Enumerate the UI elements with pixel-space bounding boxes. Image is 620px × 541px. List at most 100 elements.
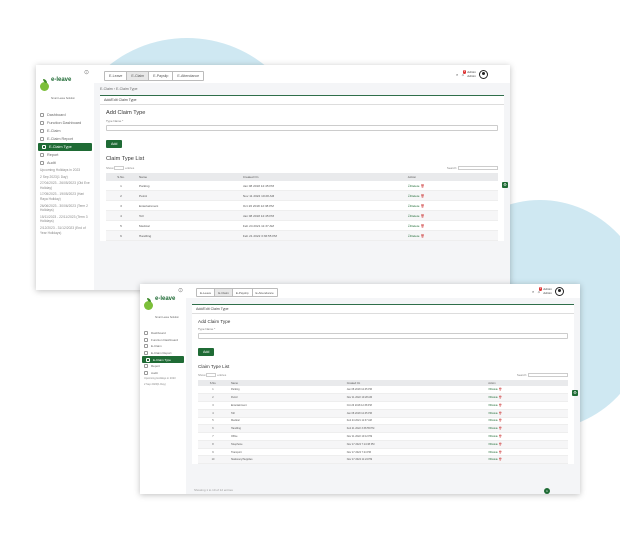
sidebar-item-audit[interactable]: Audit — [140, 370, 186, 377]
row-actions[interactable]: ☑Delete🗑 — [485, 401, 568, 410]
app-window-back: e-leave Smart Leave Solution ⊙ Dashboard… — [36, 65, 510, 290]
sidebar-item-function-dashboard[interactable]: Function Dashboard — [36, 119, 94, 127]
action-label[interactable]: Delete — [491, 451, 498, 454]
floating-settings-button[interactable]: ⚙ — [572, 390, 578, 396]
sidebar-item-dashboard[interactable]: Dashboard — [36, 111, 94, 119]
delete-icon[interactable]: 🗑 — [420, 194, 424, 198]
delete-icon[interactable]: 🗑 — [499, 419, 502, 422]
add-button[interactable]: Add — [198, 348, 215, 356]
tab-e-claim[interactable]: E-Claim — [127, 72, 150, 80]
type-name-input[interactable] — [198, 333, 568, 339]
cell-created: Nov 11 2022 10:12 PM — [343, 432, 486, 441]
row-actions[interactable]: ☑Delete🗑 — [485, 409, 568, 418]
column-header[interactable]: Created On — [239, 173, 405, 182]
delete-icon[interactable]: 🗑 — [499, 396, 502, 399]
delete-icon[interactable]: 🗑 — [499, 451, 502, 454]
search-icon[interactable]: ⌕ — [532, 289, 534, 294]
row-actions[interactable]: ☑Delete🗑 — [404, 200, 498, 212]
action-label[interactable]: Delete — [491, 419, 498, 422]
tab-e-payslip[interactable]: E-Payslip — [149, 72, 174, 80]
page-size-select[interactable] — [114, 166, 125, 171]
tab-e-claim[interactable]: E-Claim — [215, 289, 233, 297]
action-label[interactable]: Delete — [491, 396, 498, 399]
bell-icon[interactable]: ♫ 1 — [461, 70, 467, 77]
bell-icon[interactable]: ♫ 1 — [537, 287, 543, 294]
table-search-input[interactable] — [528, 373, 568, 378]
action-label[interactable]: Delete — [411, 214, 420, 218]
action-label[interactable]: Delete — [491, 443, 498, 446]
row-actions[interactable]: ☑Delete🗑 — [404, 220, 498, 232]
user-info[interactable]: Admin Admin — [543, 287, 552, 295]
action-label[interactable]: Delete — [491, 404, 498, 407]
page-size-select[interactable] — [206, 373, 217, 378]
sidebar-item-e-claim-report[interactable]: E-Claim Report — [140, 350, 186, 357]
sidebar-item-function-dashboard[interactable]: Function Dashboard — [140, 337, 186, 344]
delete-icon[interactable]: 🗑 — [420, 184, 424, 188]
row-actions[interactable]: ☑Delete🗑 — [485, 432, 568, 441]
action-label[interactable]: Delete — [491, 435, 498, 438]
row-actions[interactable]: ☑Delete🗑 — [485, 455, 568, 465]
floating-settings-button[interactable]: ⚙ — [502, 182, 508, 188]
row-actions[interactable]: ☑Delete🗑 — [485, 417, 568, 426]
row-actions[interactable]: ☑Delete🗑 — [485, 448, 568, 457]
action-label[interactable]: Delete — [411, 184, 420, 188]
row-actions[interactable]: ☑Delete🗑 — [404, 230, 498, 242]
document-icon — [144, 344, 148, 349]
delete-icon[interactable]: 🗑 — [420, 214, 424, 218]
delete-icon[interactable]: 🗑 — [420, 224, 424, 228]
sidebar-item-e-claim[interactable]: E-Claim — [140, 343, 186, 350]
delete-icon[interactable]: 🗑 — [499, 443, 502, 446]
sidebar-item-audit[interactable]: Audit — [36, 159, 94, 167]
tab-e-leave[interactable]: E-Leave — [197, 289, 216, 297]
sidebar-item-e-claim-report[interactable]: E-Claim Report — [36, 135, 94, 143]
row-actions[interactable]: ☑Delete🗑 — [485, 440, 568, 449]
sidebar-item-report[interactable]: Report — [36, 151, 94, 159]
type-name-input[interactable] — [106, 125, 498, 131]
action-label[interactable]: Delete — [491, 427, 498, 430]
action-label[interactable]: Delete — [491, 458, 498, 461]
search-icon[interactable]: ⌕ — [456, 72, 458, 77]
row-actions[interactable]: ☑Delete🗑 — [485, 393, 568, 402]
tab-e-payslip[interactable]: E-Payslip — [232, 289, 253, 297]
delete-icon[interactable]: 🗑 — [499, 404, 502, 407]
avatar[interactable] — [478, 70, 488, 79]
action-label[interactable]: Delete — [491, 388, 498, 391]
column-header[interactable]: Name — [136, 173, 240, 182]
action-label[interactable]: Delete — [491, 412, 498, 415]
sidebar-item-report[interactable]: Report — [140, 363, 186, 370]
sidebar-item-dashboard[interactable]: Dashboard — [140, 330, 186, 337]
pagination-page-1[interactable]: 1 — [544, 488, 550, 494]
sidebar-item-e-claim-type[interactable]: E-Claim Type — [142, 356, 184, 363]
delete-icon[interactable]: 🗑 — [420, 234, 424, 238]
delete-icon[interactable]: 🗑 — [499, 458, 502, 461]
action-label[interactable]: Delete — [411, 194, 420, 198]
holiday-item: 17/05/2023 - 19/05/2023 (Hari Raya Holid… — [40, 192, 84, 201]
column-header[interactable]: S.No. — [106, 173, 136, 182]
row-actions[interactable]: ☑Delete🗑 — [404, 181, 498, 192]
menu-toggle-icon[interactable]: ⊙ — [84, 69, 89, 76]
table-search-input[interactable] — [458, 166, 498, 171]
add-button[interactable]: Add — [106, 140, 123, 148]
tab-e-attendance[interactable]: E-Attendance — [173, 72, 204, 80]
row-actions[interactable]: ☑Delete🗑 — [404, 190, 498, 202]
tab-e-leave[interactable]: E-Leave — [105, 72, 128, 80]
delete-icon[interactable]: 🗑 — [499, 427, 502, 430]
tab-e-attendance[interactable]: E-Attendance — [252, 289, 277, 297]
row-actions[interactable]: ☑Delete🗑 — [485, 386, 568, 395]
row-actions[interactable]: ☑Delete🗑 — [485, 424, 568, 434]
action-label[interactable]: Delete — [411, 204, 420, 208]
menu-toggle-icon[interactable]: ⊙ — [178, 287, 183, 294]
delete-icon[interactable]: 🗑 — [499, 388, 502, 391]
breadcrumb: E-Claim › E-Claim Type — [100, 87, 138, 91]
sidebar-item-e-claim-type[interactable]: E-Claim Type — [38, 143, 92, 151]
avatar[interactable] — [554, 287, 564, 296]
delete-icon[interactable]: 🗑 — [420, 204, 424, 208]
delete-icon[interactable]: 🗑 — [499, 435, 502, 438]
action-label[interactable]: Delete — [411, 224, 420, 228]
table-row: 1 Parking Jan 08 2018 12:45 PM ☑Delete🗑 — [198, 386, 568, 395]
user-info[interactable]: Admin Admin — [467, 70, 476, 78]
row-actions[interactable]: ☑Delete🗑 — [404, 210, 498, 222]
sidebar-item-e-claim[interactable]: E-Claim — [36, 127, 94, 135]
delete-icon[interactable]: 🗑 — [499, 412, 502, 415]
action-label[interactable]: Delete — [411, 234, 420, 238]
